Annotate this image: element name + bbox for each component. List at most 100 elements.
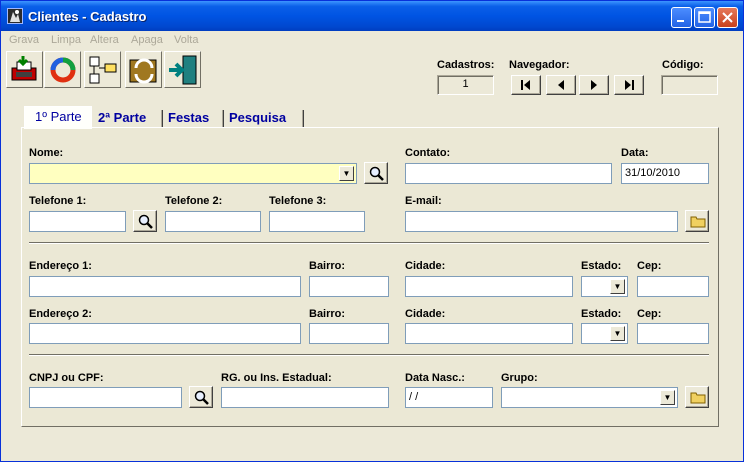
telefone-2-field[interactable] (165, 211, 261, 232)
menu-bar: Grava Limpa Altera Apaga Volta (1, 31, 743, 49)
cnpj-cpf-field[interactable] (29, 387, 182, 408)
grupo-combobox[interactable]: ▼ (501, 387, 678, 408)
refresh-icon (50, 57, 76, 83)
menu-grava[interactable]: Grava (9, 34, 39, 46)
cadastros-label: Cadastros: (437, 59, 495, 71)
folder-swap-icon (129, 58, 157, 84)
nav-last-button[interactable] (614, 75, 644, 95)
clear-button[interactable] (44, 51, 81, 88)
menu-volta[interactable]: Volta (174, 34, 198, 46)
edit-button[interactable] (84, 51, 121, 88)
email-folder-button[interactable] (685, 210, 709, 232)
title-bar[interactable]: Clientes - Cadastro (1, 1, 743, 31)
cep-1-label: Cep: (637, 260, 662, 272)
close-icon (722, 12, 733, 23)
delete-button[interactable] (125, 51, 162, 88)
search-icon (369, 166, 384, 181)
tab-festas[interactable]: Festas (164, 108, 224, 128)
cnpj-cpf-label: CNPJ ou CPF: (29, 372, 104, 384)
exit-icon (169, 55, 197, 85)
search-icon (194, 390, 209, 405)
cidade-2-label: Cidade: (405, 308, 446, 320)
search-icon (138, 214, 153, 229)
nav-next-button[interactable] (579, 75, 609, 95)
grupo-label: Grupo: (501, 372, 538, 384)
tab-1-parte[interactable]: 1º Parte (24, 106, 92, 129)
telefone-3-label: Telefone 3: (269, 195, 327, 207)
endereco-1-label: Endereço 1: (29, 260, 92, 272)
rg-field[interactable] (221, 387, 389, 408)
data-nasc-label: Data Nasc.: (405, 372, 465, 384)
estado-1-label: Estado: (581, 260, 622, 272)
tab-label: 1º Parte (35, 109, 82, 124)
bairro-1-field[interactable] (309, 276, 389, 297)
endereco-1-field[interactable] (29, 276, 301, 297)
data-label: Data: (621, 147, 649, 159)
menu-limpa[interactable]: Limpa (51, 34, 81, 46)
cep-2-label: Cep: (637, 308, 662, 320)
chevron-down-icon[interactable]: ▼ (610, 326, 625, 341)
grupo-folder-button[interactable] (685, 386, 709, 408)
previous-icon (558, 80, 564, 90)
tab-label: 2ª Parte (98, 110, 147, 125)
telefone-1-field[interactable] (29, 211, 126, 232)
nome-combobox[interactable]: ▼ (29, 163, 357, 184)
cep-2-field[interactable] (637, 323, 709, 344)
estado-2-label: Estado: (581, 308, 622, 320)
bairro-1-label: Bairro: (309, 260, 346, 272)
save-button[interactable] (6, 51, 43, 88)
estado-2-select[interactable]: ▼ (581, 323, 628, 344)
last-icon (625, 80, 634, 90)
maximize-icon (698, 11, 711, 23)
endereco-2-field[interactable] (29, 323, 301, 344)
rg-label: RG. ou Ins. Estadual: (221, 372, 332, 384)
tab-pesquisa[interactable]: Pesquisa (225, 108, 304, 128)
chevron-down-icon[interactable]: ▼ (610, 279, 625, 294)
tab-label: Pesquisa (229, 110, 287, 125)
bairro-2-field[interactable] (309, 323, 389, 344)
endereco-2-label: Endereço 2: (29, 308, 92, 320)
cidade-2-field[interactable] (405, 323, 573, 344)
maximize-button[interactable] (694, 7, 715, 28)
menu-altera[interactable]: Altera (90, 34, 119, 46)
search-telefone-button[interactable] (133, 210, 157, 232)
contato-field[interactable] (405, 163, 612, 184)
nome-label: Nome: (29, 147, 64, 159)
menu-apaga[interactable]: Apaga (131, 34, 163, 46)
telefone-3-field[interactable] (269, 211, 365, 232)
data-nasc-field[interactable]: / / (405, 387, 493, 408)
search-nome-button[interactable] (364, 162, 388, 184)
navegador-label: Navegador: (509, 59, 570, 71)
divider (29, 242, 709, 244)
chevron-down-icon[interactable]: ▼ (660, 390, 675, 405)
minimize-button[interactable] (671, 7, 692, 28)
email-label: E-mail: (405, 195, 442, 207)
search-cnpj-button[interactable] (189, 386, 213, 408)
codigo-field (661, 75, 718, 95)
cidade-1-label: Cidade: (405, 260, 446, 272)
chevron-down-icon[interactable]: ▼ (339, 166, 354, 181)
close-button[interactable] (717, 7, 738, 28)
window: Clientes - Cadastro Grava Limpa Altera A… (0, 0, 744, 462)
next-icon (591, 80, 597, 90)
save-icon (11, 56, 37, 81)
codigo-label: Código: (662, 59, 704, 71)
divider (29, 354, 709, 356)
contato-label: Contato: (405, 147, 451, 159)
nav-previous-button[interactable] (546, 75, 576, 95)
tab-2-parte[interactable]: 2ª Parte (94, 108, 163, 128)
telefone-1-label: Telefone 1: (29, 195, 87, 207)
cadastros-count: 1 (437, 75, 494, 95)
exit-button[interactable] (164, 51, 201, 88)
minimize-icon (677, 20, 684, 22)
estado-1-select[interactable]: ▼ (581, 276, 628, 297)
app-icon (7, 8, 23, 24)
bairro-2-label: Bairro: (309, 308, 346, 320)
cidade-1-field[interactable] (405, 276, 573, 297)
window-title: Clientes - Cadastro (28, 9, 147, 24)
cep-1-field[interactable] (637, 276, 709, 297)
nav-first-button[interactable] (511, 75, 541, 95)
data-field[interactable]: 31/10/2010 (621, 163, 709, 184)
tab-label: Festas (168, 110, 210, 125)
email-field[interactable] (405, 211, 678, 232)
